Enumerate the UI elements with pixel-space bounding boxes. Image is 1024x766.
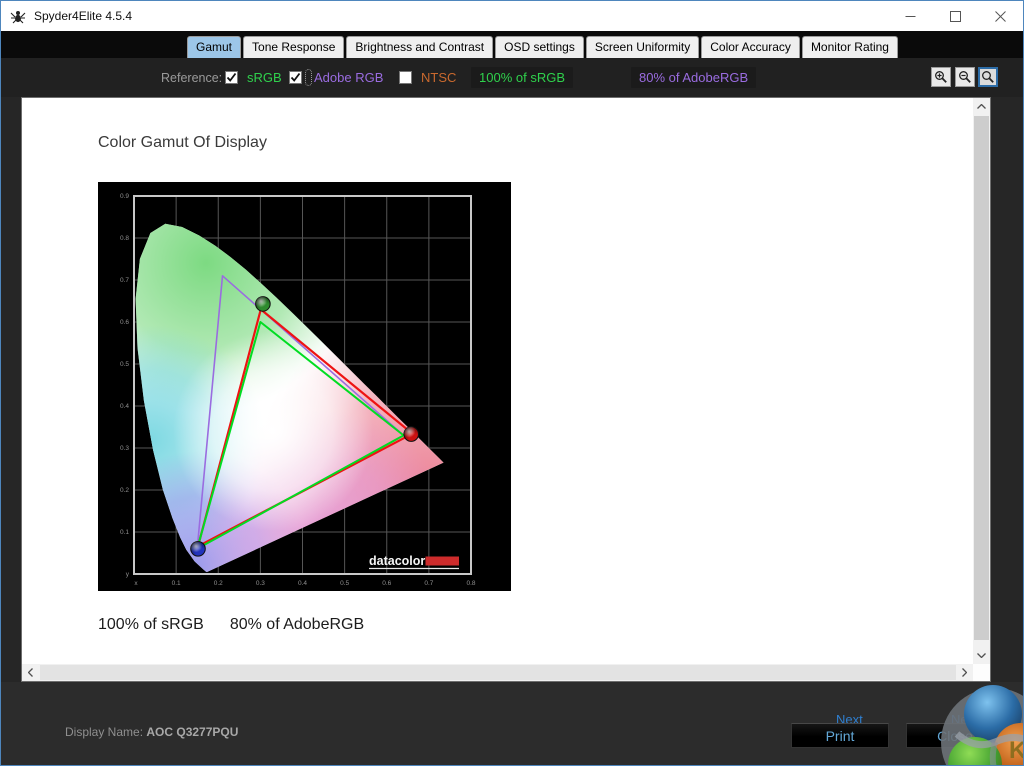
svg-text:0.1: 0.1	[172, 580, 181, 587]
reference-label: Reference:	[161, 70, 223, 85]
scroll-right-button[interactable]	[956, 664, 973, 681]
svg-text:0.5: 0.5	[340, 580, 349, 587]
srgb-checkbox-box[interactable]	[225, 71, 238, 84]
display-name: Display Name: AOC Q3277PQU	[65, 725, 239, 739]
svg-text:0.7: 0.7	[424, 580, 433, 587]
svg-text:0.8: 0.8	[120, 235, 129, 242]
scroll-left-button[interactable]	[22, 664, 39, 681]
checkbox-adobe-rgb[interactable]: Adobe RGB	[289, 58, 383, 97]
svg-text:0.8: 0.8	[466, 580, 475, 587]
tab-tone-response[interactable]: Tone Response	[243, 36, 345, 58]
adobe-rgb-checkbox-label: Adobe RGB	[314, 70, 384, 85]
checkbox-ntsc[interactable]: NTSC	[399, 58, 456, 97]
svg-text:0.2: 0.2	[214, 580, 223, 587]
svg-text:datacolor: datacolor	[369, 554, 425, 568]
zoom-in-icon	[935, 71, 947, 83]
adobergb-result: 80% of AdobeRGB	[229, 616, 365, 633]
svg-text:0.3: 0.3	[120, 445, 129, 452]
svg-text:0.5: 0.5	[120, 361, 129, 368]
spyder-app-icon	[9, 7, 27, 25]
svg-text:0.1: 0.1	[120, 529, 129, 536]
horizontal-scroll-thumb[interactable]	[40, 665, 970, 680]
tab-strip: Gamut Tone Response Brightness and Contr…	[1, 31, 1023, 58]
svg-text:0.6: 0.6	[382, 580, 391, 587]
scroll-down-button[interactable]	[973, 647, 990, 664]
srgb-coverage-summary: 100% of sRGB	[471, 58, 573, 97]
zoom-out-button[interactable]	[955, 67, 975, 87]
tab-monitor-rating[interactable]: Monitor Rating	[801, 36, 898, 58]
svg-text:0.4: 0.4	[298, 580, 307, 587]
minimize-button[interactable]	[888, 1, 933, 31]
zoom-in-button[interactable]	[931, 67, 951, 87]
tab-gamut[interactable]: Gamut	[187, 36, 242, 58]
gamut-chart: 0.1 0.2 0.3 0.4 0.5 0.6 0.7 0.8 0.1 0.2 0.3 0.4 0.5 0…	[98, 182, 511, 591]
svg-text:0.3: 0.3	[256, 580, 265, 587]
marker-red-primary	[403, 426, 420, 442]
magnifier-icon	[982, 71, 994, 83]
adobe-rgb-checkbox-box[interactable]	[289, 71, 302, 84]
vertical-scrollbar[interactable]	[973, 98, 990, 664]
kitguru-watermark-logo: KG	[937, 684, 1024, 765]
tab-brightness-and-contrast[interactable]: Brightness and Contrast	[346, 36, 494, 58]
ntsc-checkbox-label: NTSC	[421, 70, 457, 85]
svg-text:0.9: 0.9	[120, 193, 129, 200]
app-window: Spyder4Elite 4.5.4 Gamut Tone Response B…	[0, 0, 1024, 766]
window-title: Spyder4Elite 4.5.4	[34, 9, 133, 23]
vertical-scroll-thumb[interactable]	[974, 116, 989, 640]
tab-screen-uniformity[interactable]: Screen Uniformity	[585, 36, 700, 58]
coverage-results: 100% of sRGB 80% of AdobeRGB	[98, 616, 364, 634]
adobergb-coverage-summary: 80% of AdobeRGB	[631, 58, 757, 97]
svg-text:0.6: 0.6	[120, 319, 129, 326]
srgb-result: 100% of sRGB	[98, 616, 204, 633]
svg-text:0.2: 0.2	[120, 487, 129, 494]
footer-bar: Display Name: AOC Q3277PQU Next Next Pri…	[1, 682, 1023, 765]
title-bar: Spyder4Elite 4.5.4	[1, 1, 1023, 31]
tab-osd-settings[interactable]: OSD settings	[495, 36, 584, 58]
scroll-up-button[interactable]	[973, 98, 990, 115]
horizontal-scrollbar[interactable]	[22, 664, 973, 681]
srgb-checkbox-label: sRGB	[247, 70, 282, 85]
tab-color-accuracy[interactable]: Color Accuracy	[701, 36, 800, 58]
reference-toolbar: Reference: sRGB Adobe RGB NTSC 100% of s…	[1, 58, 1023, 97]
svg-text:0.7: 0.7	[120, 277, 129, 284]
chart-title: Color Gamut Of Display	[98, 134, 267, 151]
maximize-button[interactable]	[933, 1, 978, 31]
checkbox-srgb[interactable]: sRGB	[225, 58, 282, 97]
marker-green-primary	[255, 296, 271, 312]
close-button[interactable]	[978, 1, 1023, 31]
focus-indicator	[305, 69, 312, 86]
svg-text:KG: KG	[1009, 737, 1024, 764]
scrollbar-corner	[973, 664, 990, 681]
zoom-out-icon	[959, 71, 971, 83]
marker-blue-primary	[190, 541, 206, 557]
content-panel: Color Gamut Of Display 0.1 0.2 0.3 0.4 0.5 0.…	[21, 97, 991, 682]
ntsc-checkbox-box[interactable]	[399, 71, 412, 84]
zoom-select-button[interactable]	[978, 67, 998, 87]
display-name-value: AOC Q3277PQU	[146, 725, 239, 739]
print-button[interactable]: Print	[791, 723, 889, 748]
svg-text:0.4: 0.4	[120, 403, 129, 410]
